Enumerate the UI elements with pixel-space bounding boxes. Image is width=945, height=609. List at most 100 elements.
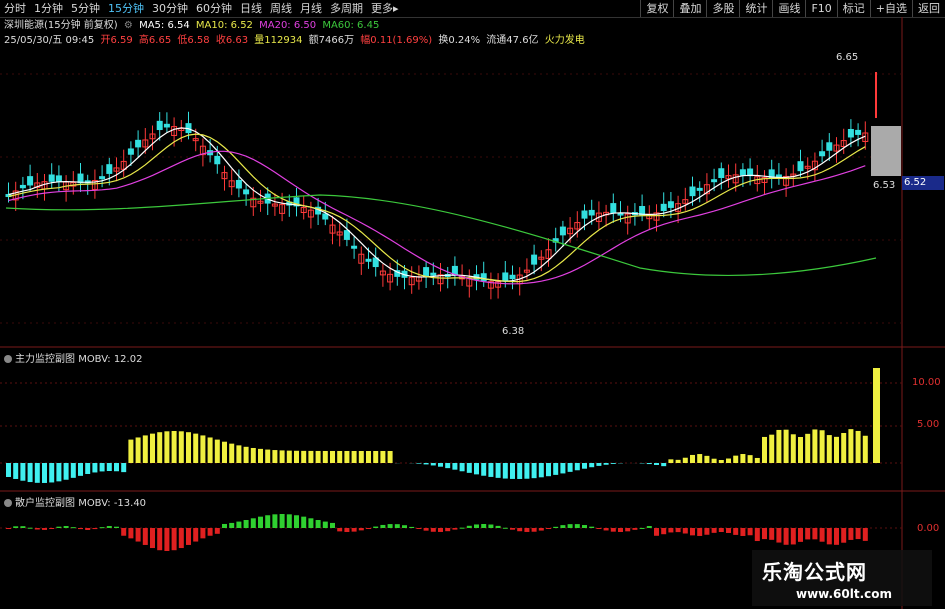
mobv-bar-positive [193, 433, 199, 463]
watermark-title: 乐淘公式网 [762, 560, 867, 584]
retail-bar-negative [42, 528, 47, 530]
pane-toggle-icon[interactable] [4, 355, 12, 363]
retail-bar-positive [114, 526, 119, 528]
retail-bar-positive [99, 527, 105, 529]
mobv-bar-positive [675, 459, 681, 463]
mobv-bar-positive [265, 449, 271, 463]
mobv-bar-negative [481, 463, 487, 476]
retail-bar-negative [805, 528, 811, 540]
candle-body [235, 179, 242, 189]
retail-bar-negative [358, 528, 364, 531]
retail-bar-positive [301, 516, 307, 528]
retail-bar-negative [171, 528, 177, 551]
retail-bar-negative [690, 528, 695, 536]
mobv-bar-positive [308, 450, 314, 463]
candle-body [667, 201, 674, 208]
retail-bar-negative [790, 528, 796, 545]
candle-body [826, 142, 833, 151]
mobv-bar-positive [214, 439, 220, 463]
mobv-bar-positive [294, 450, 299, 463]
retail-bar-positive [229, 522, 235, 528]
mobv-bar-negative [63, 463, 69, 480]
retail-bar-positive [106, 526, 112, 528]
mobv-bar-positive [351, 450, 357, 463]
candle-body [847, 128, 854, 138]
mobv-bar-negative [582, 463, 587, 469]
retail-bar-negative [711, 528, 717, 533]
mobv-bar-positive [164, 431, 170, 463]
mobv-bar-negative [99, 463, 105, 472]
mobv-bar-negative [438, 463, 443, 467]
pane3-value: MOBV: -13.40 [78, 498, 147, 509]
mobv-bar-positive [776, 429, 782, 463]
mobv-bar-positive [157, 432, 163, 463]
mobv-bar-negative [654, 463, 659, 465]
retail-bar-positive [402, 525, 407, 528]
mobv-bar-negative [474, 463, 479, 475]
pane-toggle-icon[interactable] [4, 499, 12, 507]
mobv-bar-positive [762, 436, 767, 463]
candle-body [797, 161, 804, 172]
retail-bar-positive [474, 524, 479, 528]
mobv-bar-negative [121, 463, 127, 473]
mobv-bar-negative [603, 463, 609, 465]
mobv-bar-negative [85, 463, 91, 474]
mobv-bar-negative [589, 463, 595, 468]
mobv-bar-negative [70, 463, 76, 478]
candle-body [214, 155, 221, 165]
retail-bar-negative [603, 528, 609, 531]
retail-bar-negative [186, 528, 191, 545]
retail-bar-positive [380, 524, 386, 528]
retail-bar-negative [524, 528, 530, 532]
retail-bar-negative [747, 528, 753, 536]
mobv-bar-positive [733, 455, 739, 463]
mobv-bar-positive [272, 450, 278, 463]
mobv-bar-negative [531, 463, 537, 479]
mobv-bar-positive [855, 430, 861, 463]
candle-body [509, 274, 516, 280]
retail-bar-positive [459, 527, 465, 529]
candle-body [718, 168, 725, 179]
candle-body [610, 203, 617, 213]
retail-bar-positive [639, 527, 645, 529]
candle-body [27, 176, 34, 186]
mobv-bar-negative [423, 463, 429, 465]
mobv-bar-negative [20, 463, 26, 481]
retail-bar-positive [315, 520, 321, 528]
mobv-bar-positive [841, 432, 847, 463]
retail-bar-negative [430, 528, 436, 532]
mobv-bar-positive [222, 441, 227, 463]
mobv-bar-positive [754, 457, 760, 463]
mobv-bar-positive [726, 458, 731, 463]
candle-body [99, 176, 106, 180]
retail-bar-positive [20, 526, 26, 528]
mobv-bar-negative [546, 463, 551, 477]
retail-bar-positive [646, 526, 652, 528]
mobv-bar-positive [250, 447, 256, 463]
retail-bar-negative [618, 528, 623, 532]
retail-bar-negative [150, 528, 155, 549]
mobv-bar-positive [150, 433, 155, 463]
retail-bar-negative [510, 528, 515, 530]
mobv-bar-positive [790, 434, 796, 463]
retail-bar-positive [13, 526, 19, 528]
retail-bar-negative [841, 528, 847, 543]
candle-body [559, 226, 566, 236]
mobv-bar-negative [42, 463, 47, 483]
mobv-bar-negative [106, 463, 112, 472]
retail-bar-positive [265, 515, 271, 528]
mobv-bar-negative [646, 463, 652, 465]
mobv-bar-positive [243, 446, 249, 463]
mobv-bar-positive [258, 448, 263, 463]
retail-bar-negative [596, 528, 602, 529]
candle-body [322, 213, 329, 220]
mobv-bar-positive [236, 445, 242, 463]
kline-chart[interactable] [0, 0, 945, 609]
mobv-bar-positive [747, 455, 753, 463]
mobv-bar-negative [452, 463, 458, 470]
mobv-bar-negative [502, 463, 508, 479]
retail-bar-negative [85, 528, 91, 530]
retail-bar-negative [675, 528, 681, 533]
candle-body [106, 164, 113, 174]
candle-body [351, 245, 358, 249]
